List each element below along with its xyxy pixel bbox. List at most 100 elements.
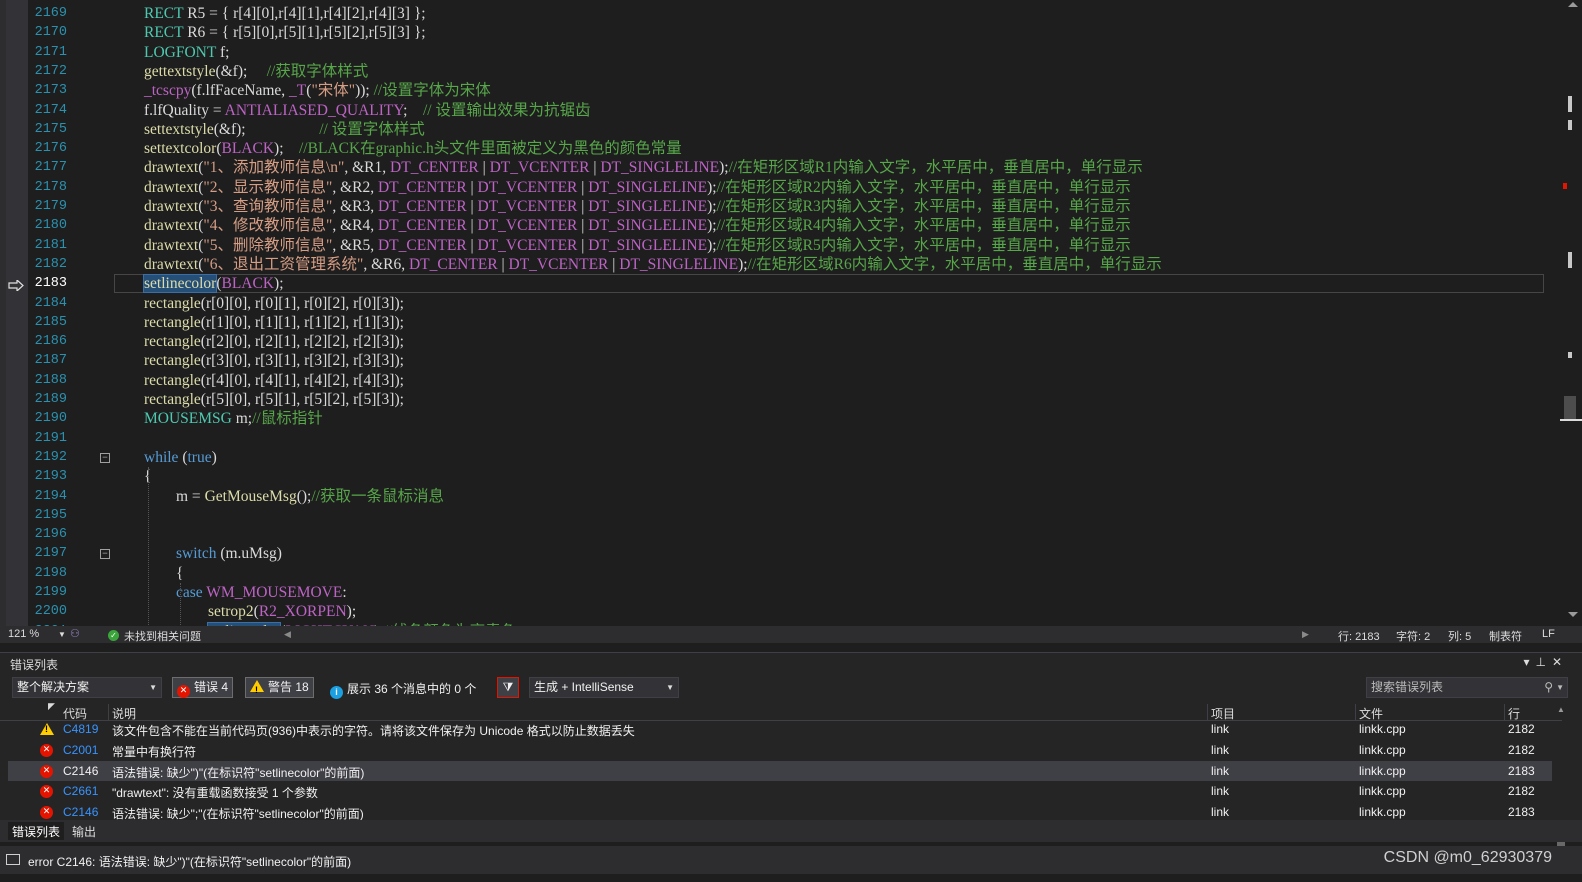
- code-editor[interactable]: 2169 RECT R5 = { r[4][0],r[4][1],r[4][2],…: [0, 0, 1582, 626]
- zoom-level[interactable]: 121 %: [8, 628, 39, 640]
- code-text[interactable]: settextcolor(BLACK); //BLACK在graphic.h头文…: [144, 139, 682, 158]
- code-line[interactable]: 2189 rectangle(r[5][0], r[5][1], r[5][2],…: [28, 390, 1568, 409]
- code-text[interactable]: drawtext("6、退出工资管理系统", &R6, DT_CENTER | …: [144, 255, 1162, 274]
- tab-error-list[interactable]: 错误列表: [8, 822, 65, 840]
- build-filter-dropdown[interactable]: 生成 + IntelliSense ▼: [529, 677, 679, 698]
- error-code-link[interactable]: C2146: [63, 805, 98, 819]
- error-code-link[interactable]: C2001: [63, 743, 98, 757]
- code-line[interactable]: 2170 RECT R6 = { r[5][0],r[5][1],r[5][2],…: [28, 23, 1568, 42]
- code-text[interactable]: rectangle(r[5][0], r[5][1], r[5][2], r[5…: [144, 390, 404, 409]
- tabs-indicator[interactable]: 制表符: [1489, 628, 1522, 644]
- code-text[interactable]: f.lfQuality = ANTIALIASED_QUALITY; // 设置…: [144, 101, 590, 120]
- scope-dropdown[interactable]: 整个解决方案 ▼: [12, 677, 162, 698]
- code-text[interactable]: gettextstyle(&f); //获取字体样式: [144, 62, 368, 81]
- error-row[interactable]: C4819 该文件包含不能在当前代码页(936)中表示的字符。请将该文件保存为 U…: [8, 719, 1552, 740]
- code-line[interactable]: 2172 gettextstyle(&f); //获取字体样式: [28, 62, 1568, 81]
- code-text[interactable]: settextstyle(&f); // 设置字体样式: [144, 120, 425, 139]
- code-text[interactable]: RECT R6 = { r[5][0],r[5][1],r[5][2],r[5]…: [144, 23, 426, 42]
- code-line[interactable]: 2199 case WM_MOUSEMOVE:: [28, 583, 1568, 602]
- code-text[interactable]: drawtext("2、显示教师信息", &R2, DT_CENTER | DT…: [144, 178, 1131, 197]
- column-indicator[interactable]: 列: 5: [1448, 628, 1471, 644]
- hscroll-left-icon[interactable]: ◀: [284, 629, 291, 640]
- editor-scroll-thumb[interactable]: [1564, 396, 1576, 420]
- code-text[interactable]: rectangle(r[3][0], r[3][1], r[3][2], r[3…: [144, 351, 404, 370]
- issues-text[interactable]: 未找到相关问题: [124, 628, 201, 644]
- code-text[interactable]: case WM_MOUSEMOVE:: [176, 583, 347, 602]
- code-line[interactable]: 2184 rectangle(r[0][0], r[0][1], r[0][2],…: [28, 294, 1568, 313]
- code-line[interactable]: 2179 drawtext("3、查询教师信息", &R3, DT_CENTER …: [28, 197, 1568, 216]
- code-text[interactable]: MOUSEMSG m;//鼠标指针: [144, 409, 323, 428]
- fold-collapse-icon[interactable]: −: [100, 549, 110, 560]
- code-line[interactable]: 2198 {: [28, 564, 1568, 583]
- search-error-list-input[interactable]: 搜索错误列表 ⚲ ▼: [1366, 677, 1568, 698]
- code-text[interactable]: switch (m.uMsg): [176, 544, 282, 563]
- hscroll-right-icon[interactable]: ▶: [1302, 629, 1309, 640]
- code-line[interactable]: 2174 f.lfQuality = ANTIALIASED_QUALITY; /…: [28, 101, 1568, 120]
- error-list-scrollbar[interactable]: ▲ ▼: [1554, 703, 1568, 869]
- scroll-up-arrow-icon[interactable]: ▲: [1557, 705, 1565, 714]
- message-icon[interactable]: [6, 854, 20, 865]
- code-text[interactable]: drawtext("3、查询教师信息", &R3, DT_CENTER | DT…: [144, 197, 1131, 216]
- issues-indicator[interactable]: ✓: [108, 628, 123, 641]
- code-text[interactable]: setrop2(R2_XORPEN);: [208, 602, 356, 621]
- scroll-up-arrow-icon[interactable]: [1568, 2, 1578, 7]
- code-line[interactable]: 2197 − switch (m.uMsg): [28, 544, 1568, 563]
- sort-icon[interactable]: ◤: [48, 701, 55, 712]
- copilot-icon[interactable]: ⚇: [70, 627, 80, 640]
- code-line[interactable]: 2173 _tcscpy(f.lfFaceName, _T("宋体")); //设…: [28, 81, 1568, 100]
- code-line[interactable]: 2191: [28, 429, 1568, 448]
- scroll-down-arrow-icon[interactable]: [1568, 612, 1578, 617]
- chevron-down-icon[interactable]: ▼: [1556, 678, 1564, 697]
- code-text[interactable]: while (true): [144, 448, 217, 467]
- code-line[interactable]: 2177 drawtext("1、添加教师信息\n", &R1, DT_CENTE…: [28, 158, 1568, 177]
- code-text[interactable]: rectangle(r[4][0], r[4][1], r[4][2], r[4…: [144, 371, 404, 390]
- editor-vertical-scrollbar[interactable]: [1560, 0, 1582, 626]
- column-separator[interactable]: [1504, 704, 1505, 720]
- code-line[interactable]: 2169 RECT R5 = { r[4][0],r[4][1],r[4][2],…: [28, 4, 1568, 23]
- char-indicator[interactable]: 字符: 2: [1396, 628, 1430, 644]
- code-line[interactable]: 2193{: [28, 467, 1568, 486]
- code-line[interactable]: 2180 drawtext("4、修改教师信息", &R4, DT_CENTER …: [28, 216, 1568, 235]
- code-lines[interactable]: 2169 RECT R5 = { r[4][0],r[4][1],r[4][2],…: [8, 0, 1568, 626]
- code-line[interactable]: 2183 setlinecolor(BLACK);: [8, 274, 1568, 294]
- filter-icon[interactable]: ⧩: [497, 677, 519, 698]
- code-line[interactable]: 2195: [28, 506, 1568, 525]
- close-icon[interactable]: ✕: [1552, 655, 1568, 669]
- search-icon[interactable]: ⚲: [1544, 678, 1553, 697]
- code-line[interactable]: 2187 rectangle(r[3][0], r[3][1], r[3][2],…: [28, 351, 1568, 370]
- column-separator[interactable]: [1207, 704, 1208, 720]
- code-line[interactable]: 2192 − while (true): [28, 448, 1568, 467]
- code-line[interactable]: 2178 drawtext("2、显示教师信息", &R2, DT_CENTER …: [28, 178, 1568, 197]
- code-text[interactable]: drawtext("5、删除教师信息", &R5, DT_CENTER | DT…: [144, 236, 1131, 255]
- code-text[interactable]: drawtext("4、修改教师信息", &R4, DT_CENTER | DT…: [144, 216, 1131, 235]
- errors-filter-button[interactable]: ✕ 错误 4: [172, 677, 234, 698]
- code-line[interactable]: 2176 settextcolor(BLACK); //BLACK在graphic…: [28, 139, 1568, 158]
- glyph-margin[interactable]: [6, 0, 28, 626]
- tab-output[interactable]: 输出: [68, 822, 100, 840]
- eol-indicator[interactable]: LF: [1542, 628, 1555, 640]
- error-row[interactable]: ✕ C2001 常量中有换行符 link linkk.cpp 2182: [8, 740, 1552, 761]
- fold-collapse-icon[interactable]: −: [100, 452, 110, 463]
- zoom-dropdown-icon[interactable]: ▼: [58, 630, 66, 639]
- code-text[interactable]: setlinecolor(BLACK);: [142, 274, 284, 294]
- warnings-filter-button[interactable]: 警告 18: [245, 677, 314, 700]
- code-text[interactable]: rectangle(r[0][0], r[0][1], r[0][2], r[0…: [144, 294, 404, 313]
- code-line[interactable]: 2194 m = GetMouseMsg();//获取一条鼠标消息: [28, 487, 1568, 506]
- line-indicator[interactable]: 行: 2183: [1338, 628, 1380, 644]
- code-line[interactable]: 2185 rectangle(r[1][0], r[1][1], r[1][2],…: [28, 313, 1568, 332]
- code-text[interactable]: rectangle(r[2][0], r[2][1], r[2][2], r[2…: [144, 332, 404, 351]
- code-line[interactable]: 2175 settextstyle(&f); // 设置字体样式: [28, 120, 1568, 139]
- current-statement-arrow-icon[interactable]: [8, 278, 24, 293]
- code-line[interactable]: 2196: [28, 525, 1568, 544]
- code-text[interactable]: RECT R5 = { r[4][0],r[4][1],r[4][2],r[4]…: [144, 4, 426, 23]
- code-line[interactable]: 2188 rectangle(r[4][0], r[4][1], r[4][2],…: [28, 371, 1568, 390]
- code-text[interactable]: {: [176, 564, 183, 583]
- error-code-link[interactable]: C2661: [63, 784, 98, 798]
- error-row[interactable]: ✕ C2146 语法错误: 缺少")"(在标识符"setlinecolor"的前面)…: [8, 760, 1552, 782]
- error-code-link[interactable]: C4819: [63, 722, 98, 736]
- code-line[interactable]: 2200 setrop2(R2_XORPEN);: [28, 602, 1568, 621]
- panel-menu-icon[interactable]: ▾: [1523, 655, 1535, 669]
- code-text[interactable]: rectangle(r[1][0], r[1][1], r[1][2], r[1…: [144, 313, 404, 332]
- code-line[interactable]: 2171 LOGFONT f;: [28, 43, 1568, 62]
- column-separator[interactable]: [108, 704, 109, 720]
